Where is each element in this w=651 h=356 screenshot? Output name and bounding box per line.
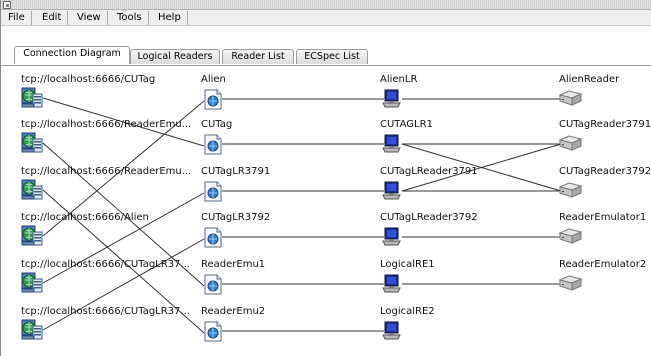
menu-bar: File Edit View Tools Help	[1, 10, 651, 26]
document-icon[interactable]	[203, 274, 223, 295]
tab-reader-list[interactable]: Reader List	[222, 49, 294, 64]
logical-reader-label: CUTagLReader3792	[380, 212, 478, 223]
tab-logical-readers[interactable]: Logical Readers	[130, 49, 220, 64]
rfid-reader-device-icon[interactable]	[559, 274, 583, 293]
computer-icon[interactable]	[381, 89, 403, 108]
tab-ecspec-list[interactable]: ECSpec List	[296, 49, 368, 64]
reader-label: ReaderEmulator1	[559, 212, 647, 223]
source-label: tcp://localhost:6666/CUTagLR37...	[21, 306, 190, 317]
ecspec-label: ReaderEmu2	[201, 306, 266, 317]
source-label: tcp://localhost:6666/CUTag	[21, 74, 156, 85]
logical-reader-label: CUTagLReader3791	[380, 166, 478, 177]
computer-icon[interactable]	[381, 181, 403, 200]
document-icon[interactable]	[203, 227, 223, 248]
logical-reader-label: CUTAGLR1	[380, 119, 433, 130]
logical-reader-label: LogicalRE2	[380, 306, 435, 317]
document-icon[interactable]	[203, 321, 223, 342]
network-server-icon[interactable]	[21, 319, 43, 340]
rfid-reader-device-icon[interactable]	[559, 89, 583, 108]
network-server-icon[interactable]	[21, 132, 43, 153]
computer-icon[interactable]	[381, 134, 403, 153]
ecspec-label: CUTagLR3791	[201, 166, 271, 177]
network-server-icon[interactable]	[21, 225, 43, 246]
ecspec-label: Alien	[201, 74, 226, 85]
logical-reader-label: AlienLR	[380, 74, 418, 85]
ecspec-label: ReaderEmu1	[201, 259, 266, 270]
reader-label: ReaderEmulator2	[559, 259, 647, 270]
rfid-reader-device-icon[interactable]	[559, 227, 583, 246]
computer-icon[interactable]	[381, 274, 403, 293]
reader-label: CUTagReader3792	[559, 166, 651, 177]
ecspec-label: CUTagLR3792	[201, 212, 271, 223]
rfid-reader-device-icon[interactable]	[559, 181, 583, 200]
application-window: File Edit View Tools Help Connection Dia…	[0, 0, 651, 356]
menu-edit[interactable]: Edit	[36, 11, 69, 25]
menu-file[interactable]: File	[2, 11, 32, 25]
logical-reader-label: LogicalRE1	[380, 259, 435, 270]
reader-label: CUTagReader3791	[559, 119, 651, 130]
menu-help[interactable]: Help	[152, 11, 188, 25]
tab-strip: Connection Diagram Logical Readers Reade…	[1, 26, 651, 67]
network-server-icon[interactable]	[21, 272, 43, 293]
tab-connection-diagram[interactable]: Connection Diagram	[14, 46, 130, 64]
document-icon[interactable]	[203, 181, 223, 202]
network-server-icon[interactable]	[21, 87, 43, 108]
network-server-icon[interactable]	[21, 179, 43, 200]
source-label: tcp://localhost:6666/ReaderEmu...	[21, 166, 192, 177]
document-icon[interactable]	[203, 89, 223, 110]
computer-icon[interactable]	[381, 227, 403, 246]
title-bar	[1, 0, 651, 10]
rfid-reader-device-icon[interactable]	[559, 134, 583, 153]
ecspec-label: CUTag	[201, 119, 233, 130]
reader-label: AlienReader	[559, 74, 620, 85]
close-icon[interactable]	[3, 1, 11, 9]
source-label: tcp://localhost:6666/Alien	[21, 212, 149, 223]
menu-view[interactable]: View	[71, 11, 108, 25]
menu-tools[interactable]: Tools	[111, 11, 149, 25]
document-icon[interactable]	[203, 134, 223, 155]
source-label: tcp://localhost:6666/CUTagLR37...	[21, 259, 190, 270]
connection-diagram-canvas: tcp://localhost:6666/CUTag tcp://localho…	[1, 66, 651, 356]
source-label: tcp://localhost:6666/ReaderEmu...	[21, 119, 192, 130]
computer-icon[interactable]	[381, 321, 403, 340]
